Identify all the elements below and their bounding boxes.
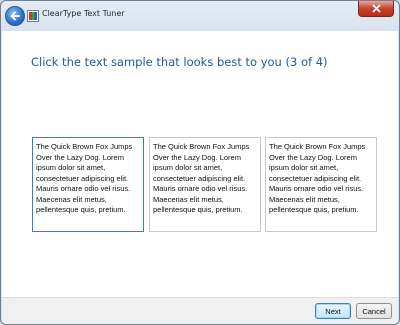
window-title: ClearType Text Tuner bbox=[42, 9, 125, 18]
cleartype-tuner-window: ClearType Text Tuner Click the text samp… bbox=[0, 0, 400, 325]
cancel-button[interactable]: Cancel bbox=[356, 303, 392, 319]
next-button[interactable]: Next bbox=[315, 303, 351, 319]
page-heading: Click the text sample that looks best to… bbox=[31, 55, 328, 69]
title-bar: ClearType Text Tuner bbox=[1, 1, 399, 31]
close-icon bbox=[372, 4, 380, 13]
text-sample-1[interactable]: The Quick Brown Fox Jumps Over the Lazy … bbox=[32, 137, 144, 232]
text-sample-2[interactable]: The Quick Brown Fox Jumps Over the Lazy … bbox=[149, 137, 261, 232]
close-button[interactable] bbox=[358, 1, 394, 17]
back-button[interactable] bbox=[5, 6, 25, 26]
text-sample-3[interactable]: The Quick Brown Fox Jumps Over the Lazy … bbox=[265, 137, 377, 232]
button-footer: Next Cancel bbox=[2, 297, 398, 324]
content-panel: Click the text sample that looks best to… bbox=[2, 31, 398, 297]
back-arrow-icon bbox=[10, 11, 20, 21]
cleartype-app-icon bbox=[27, 10, 39, 22]
